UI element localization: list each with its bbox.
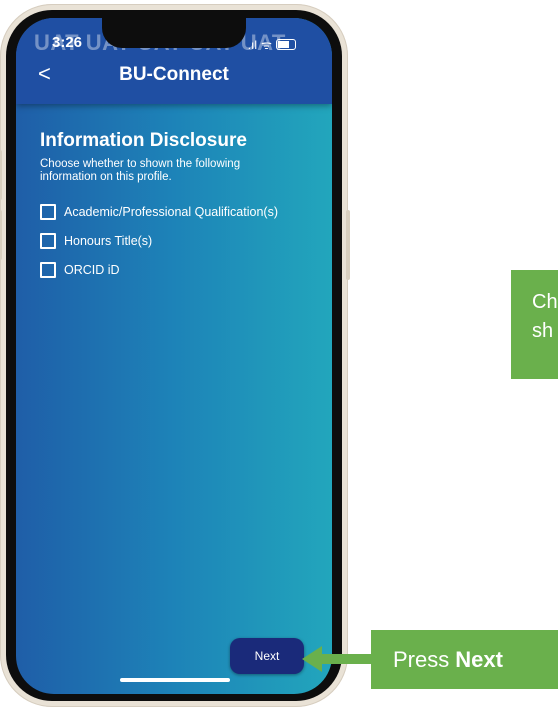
- wifi-icon: ᯤ: [261, 38, 272, 52]
- phone-screen: UAT UAT UAT UAT UAT 3:26 .ıl ᯤ < BU-Conn…: [16, 18, 332, 694]
- option-honours-title[interactable]: Honours Title(s): [40, 233, 152, 249]
- battery-icon: [276, 39, 296, 50]
- option-label-orcid: ORCID iD: [64, 263, 120, 277]
- checkbox-orcid[interactable]: [40, 262, 56, 278]
- option-orcid[interactable]: ORCID iD: [40, 262, 120, 278]
- camera-notch: [102, 18, 246, 48]
- app-title: BU-Connect: [119, 64, 229, 85]
- checkbox-honours-title[interactable]: [40, 233, 56, 249]
- status-icons: .ıl ᯤ: [248, 36, 296, 53]
- option-label-qualifications: Academic/Professional Qualification(s): [64, 205, 278, 219]
- next-button[interactable]: Next: [230, 638, 304, 674]
- signal-icon: .ıl: [247, 37, 258, 52]
- checkbox-qualifications[interactable]: [40, 204, 56, 220]
- callout-top-line2: sh: [532, 320, 554, 342]
- instruction-callout-top: Ch sh: [511, 270, 558, 379]
- section-description: Choose whether to shown the following in…: [40, 158, 241, 183]
- arrow-left-icon: [302, 646, 372, 672]
- volume-up-button: [0, 150, 2, 200]
- option-label-honours-title: Honours Title(s): [64, 234, 153, 248]
- home-indicator: [120, 678, 230, 682]
- instruction-callout-bottom: Press Next: [371, 630, 558, 689]
- power-button: [346, 210, 350, 280]
- status-time: 3:26: [52, 34, 83, 51]
- app-header: UAT UAT UAT UAT UAT 3:26 .ıl ᯤ < BU-Conn…: [16, 18, 332, 104]
- callout-top-line1: Ch: [532, 291, 558, 313]
- volume-down-button: [0, 210, 2, 260]
- section-title: Information Disclosure: [40, 130, 247, 151]
- callout-bottom-bold: Next: [455, 646, 503, 672]
- option-qualifications[interactable]: Academic/Professional Qualification(s): [40, 204, 278, 220]
- callout-bottom-prefix: Press: [393, 646, 450, 672]
